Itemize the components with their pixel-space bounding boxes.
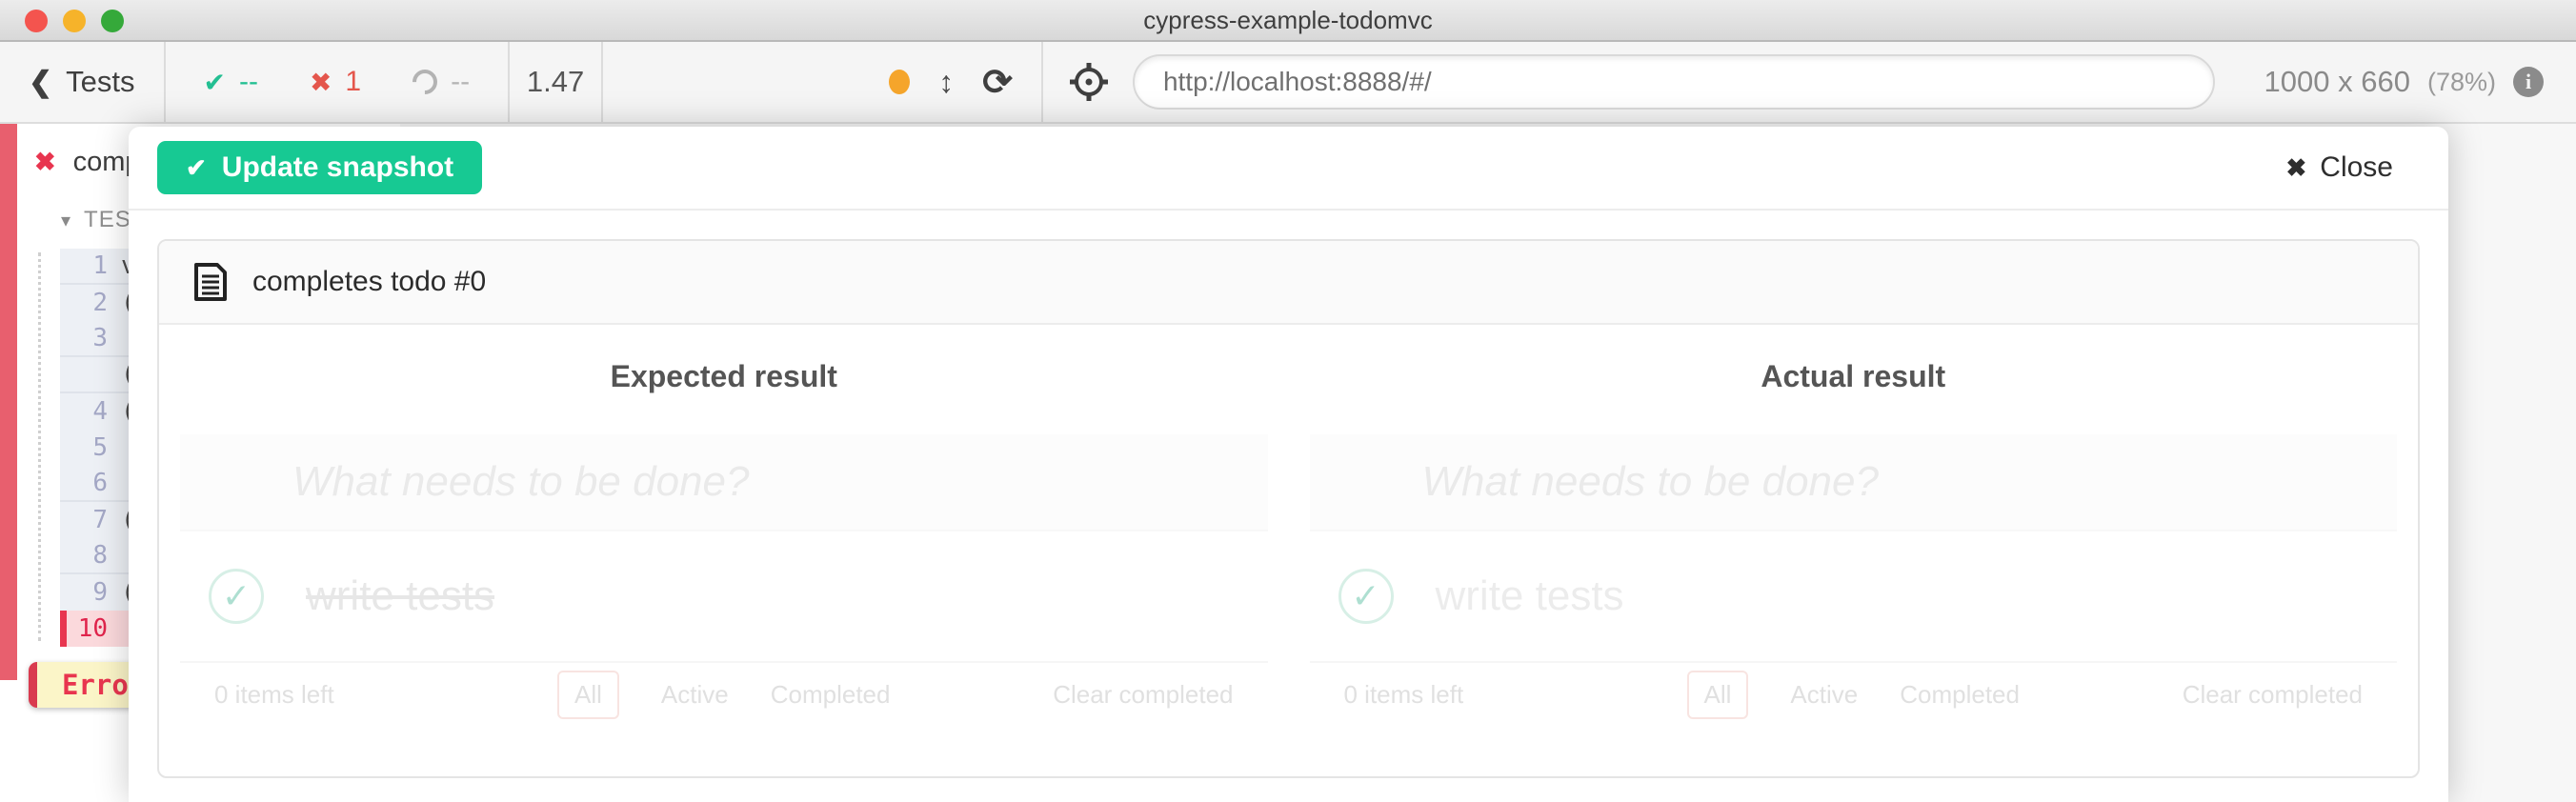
info-icon[interactable]: i	[2513, 67, 2544, 97]
filter-completed: Completed	[771, 680, 891, 710]
window-close-button[interactable]	[25, 10, 48, 32]
window-zoom-button[interactable]	[101, 10, 124, 32]
actual-snapshot: What needs to be done? ✓ write tests 0 i…	[1310, 434, 2398, 726]
x-icon: ✖	[310, 67, 332, 98]
actual-heading: Actual result	[1310, 359, 2398, 394]
failed-count: 1	[345, 66, 361, 98]
test-name: completes todo #0	[252, 266, 486, 298]
expected-column: Expected result What needs to be done? ✓…	[159, 325, 1289, 726]
stat-pending: --	[413, 66, 470, 98]
card-header: completes todo #0	[159, 241, 2418, 325]
viewport-info: 1000 x 660 (78%) i	[2240, 42, 2576, 122]
todo-footer: 0 items left All Active Completed Clear …	[1310, 663, 2398, 726]
filter-active: Active	[661, 680, 729, 710]
todo-item-text: write tests	[306, 572, 494, 620]
test-body-section-label: TES	[84, 207, 131, 233]
stat-failed: ✖ 1	[310, 66, 361, 98]
window-titlebar: cypress-example-todomvc	[0, 0, 2576, 42]
viewport-scale-dot-icon	[889, 70, 910, 94]
test-duration: 1.47	[510, 42, 601, 122]
viewport-size: 1000 x 660	[2264, 65, 2410, 99]
check-icon: ✔	[186, 153, 207, 183]
window-title: cypress-example-todomvc	[0, 0, 2576, 40]
pending-count: --	[451, 66, 470, 98]
expected-snapshot: What needs to be done? ✓ write tests 0 i…	[180, 434, 1268, 726]
clear-completed-label: Clear completed	[2183, 680, 2363, 710]
filter-active: Active	[1790, 680, 1858, 710]
todo-checkmark-icon: ✓	[209, 569, 264, 624]
chevron-left-icon: ❮	[29, 66, 52, 99]
todo-input-row: What needs to be done?	[180, 434, 1268, 531]
check-icon: ✔	[204, 67, 226, 98]
update-snapshot-button[interactable]: ✔ Update snapshot	[157, 141, 482, 194]
todo-item-row: ✓ write tests	[180, 531, 1268, 663]
close-label: Close	[2320, 151, 2393, 184]
todo-footer: 0 items left All Active Completed Clear …	[180, 663, 1268, 726]
stat-passed: ✔ --	[204, 66, 258, 98]
filter-all: All	[1687, 671, 1749, 719]
close-icon: ✖	[2286, 153, 2307, 183]
update-snapshot-label: Update snapshot	[222, 151, 453, 184]
refresh-icon[interactable]: ⟳	[982, 61, 1013, 104]
traffic-lights	[25, 10, 124, 32]
todo-input-placeholder: What needs to be done?	[292, 458, 749, 506]
snapshot-dialog: ✔ Update snapshot ✖ Close completes todo…	[129, 127, 2448, 802]
toolbar-middle: ↕ ⟳	[603, 42, 1041, 122]
dialog-header: ✔ Update snapshot ✖ Close	[129, 127, 2448, 211]
selector-playground-icon[interactable]	[1068, 61, 1110, 103]
expected-heading: Expected result	[180, 359, 1268, 394]
fail-x-icon: ✖	[34, 148, 56, 177]
todo-input-placeholder: What needs to be done?	[1422, 458, 1879, 506]
filter-all: All	[557, 671, 619, 719]
filter-completed: Completed	[1900, 680, 2020, 710]
test-stats: ✔ -- ✖ 1 --	[166, 42, 509, 122]
back-to-tests-button[interactable]: ❮ Tests	[0, 42, 164, 122]
actual-column: Actual result What needs to be done? ✓ w…	[1289, 325, 2419, 726]
toolbar: ❮ Tests ✔ -- ✖ 1 -- 1.47 ↕ ⟳	[0, 42, 2576, 124]
resize-arrows-icon: ↕	[938, 65, 954, 100]
todo-input-row: What needs to be done?	[1310, 434, 2398, 531]
comparison-card: completes todo #0 Expected result What n…	[157, 239, 2420, 778]
card-body: Expected result What needs to be done? ✓…	[159, 325, 2418, 726]
todo-item-text: write tests	[1436, 572, 1624, 620]
viewport-scale: (78%)	[2427, 68, 2496, 97]
clear-completed-label: Clear completed	[1053, 680, 1233, 710]
caret-down-icon: ▾	[61, 209, 70, 232]
document-icon	[193, 262, 228, 302]
back-to-tests-label: Tests	[66, 65, 134, 99]
window-minimize-button[interactable]	[63, 10, 86, 32]
close-button[interactable]: ✖ Close	[2286, 151, 2394, 184]
main-area: ✖ compl ▾ TES 1v 2( 3 ( 4( 5 6 7( 8 9( 1…	[0, 124, 2576, 802]
url-input[interactable]	[1133, 54, 2215, 110]
circle-icon	[408, 65, 443, 100]
todo-item-row: ✓ write tests	[1310, 531, 2398, 663]
url-section	[1043, 42, 2240, 122]
passed-count: --	[239, 66, 258, 98]
todo-checkmark-icon: ✓	[1338, 569, 1394, 624]
